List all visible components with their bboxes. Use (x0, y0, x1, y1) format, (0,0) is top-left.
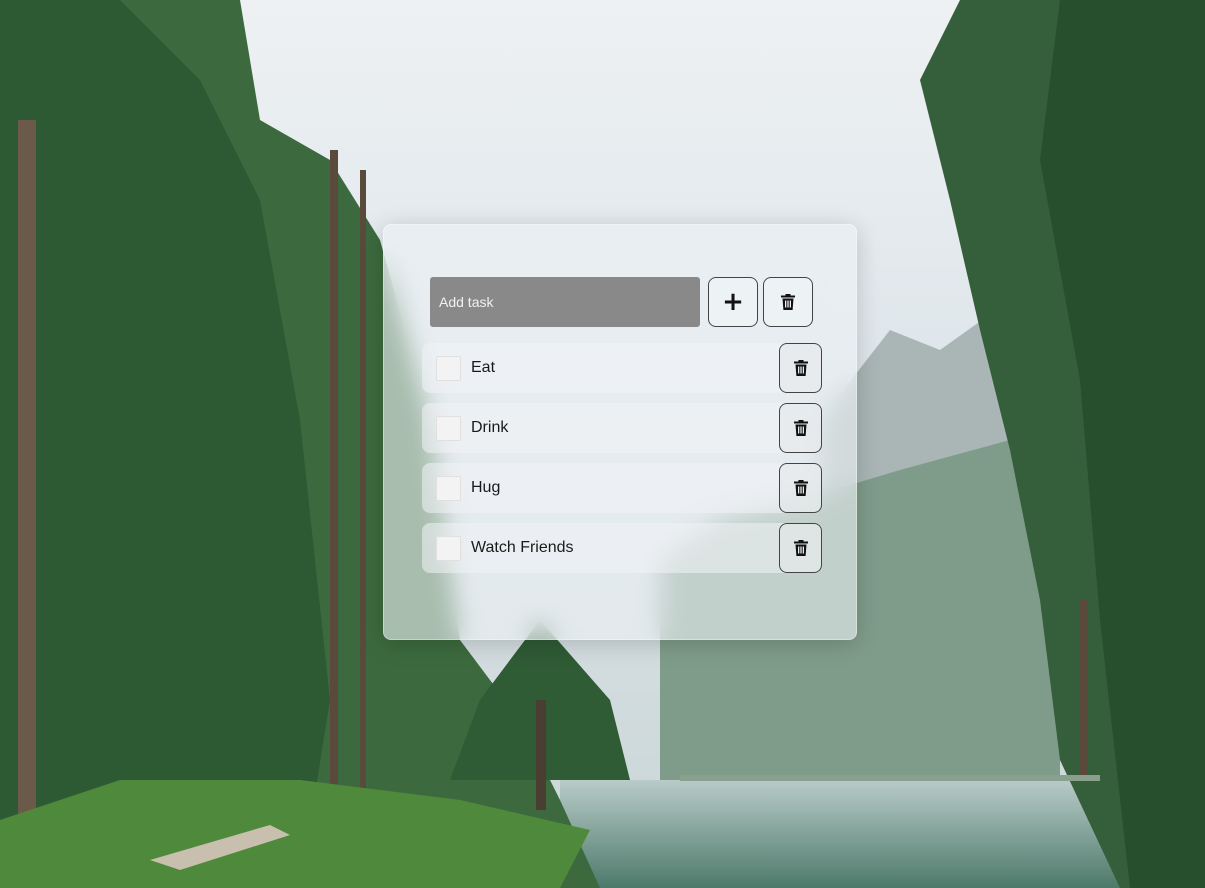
task-item: Eat (422, 343, 822, 393)
trash-icon (793, 480, 808, 496)
task-item: Drink (422, 403, 822, 453)
trash-icon (793, 420, 808, 436)
trash-icon (781, 294, 795, 310)
task-item: Watch Friends (422, 523, 822, 573)
task-item: Hug (422, 463, 822, 513)
task-checkbox[interactable] (436, 475, 461, 501)
clear-all-button[interactable] (763, 277, 813, 327)
delete-task-button[interactable] (779, 403, 822, 453)
trash-icon (793, 540, 808, 556)
task-checkbox[interactable] (436, 535, 461, 561)
add-task-button[interactable]: + (708, 277, 758, 327)
delete-task-button[interactable] (779, 343, 822, 393)
delete-task-button[interactable] (779, 463, 822, 513)
trash-icon (793, 360, 808, 376)
delete-task-button[interactable] (779, 523, 822, 573)
add-task-input[interactable] (430, 277, 700, 327)
task-label: Hug (471, 479, 501, 496)
add-task-row: + (430, 277, 813, 327)
task-label: Drink (471, 419, 509, 436)
task-label: Watch Friends (471, 539, 574, 556)
task-label: Eat (471, 359, 496, 376)
task-list: Eat Drink Hug Watch Friends (422, 343, 822, 583)
todo-panel: + Eat (383, 224, 857, 640)
task-checkbox[interactable] (436, 415, 461, 441)
plus-icon: + (722, 287, 744, 317)
task-checkbox[interactable] (436, 355, 461, 381)
app-window: + Eat (0, 0, 1205, 888)
